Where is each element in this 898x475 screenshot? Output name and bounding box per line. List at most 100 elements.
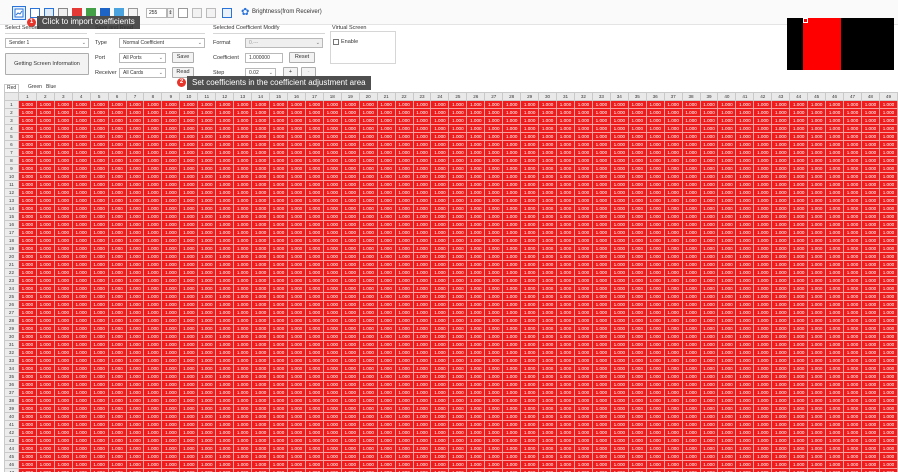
coefficient-cell[interactable]: 1.000 [484, 356, 504, 365]
coefficient-cell[interactable]: 1.000 [878, 172, 898, 181]
row-header[interactable]: 25 [4, 292, 19, 301]
coefficient-cell[interactable]: 1.000 [53, 204, 73, 213]
coefficient-cell[interactable]: 1.000 [502, 100, 522, 109]
coefficient-cell[interactable]: 1.000 [843, 108, 862, 117]
coefficient-cell[interactable]: 1.000 [825, 444, 845, 453]
coefficient-cell[interactable]: 1.000 [663, 204, 683, 213]
coefficient-cell[interactable]: 1.000 [843, 140, 862, 149]
coefficient-cell[interactable]: 1.000 [556, 260, 575, 269]
coefficient-cell[interactable]: 1.000 [179, 284, 199, 293]
coefficient-cell[interactable]: 1.000 [878, 380, 898, 389]
coefficient-cell[interactable]: 1.000 [789, 108, 809, 117]
coefficient-cell[interactable]: 1.000 [71, 324, 91, 333]
coefficient-cell[interactable]: 1.000 [825, 364, 845, 373]
column-header[interactable]: 8 [143, 92, 163, 101]
coefficient-cell[interactable]: 1.000 [681, 316, 701, 325]
coefficient-cell[interactable]: 1.000 [717, 124, 737, 133]
coefficient-grid[interactable]: 1 2 3 4 5 6 7 8 9 10 11 12 13 14 15 16 17 18 19 20 21 22 23 24 2… [4, 92, 898, 472]
coefficient-cell[interactable]: 1.000 [358, 340, 378, 349]
coefficient-cell[interactable]: 1.000 [735, 436, 755, 445]
coefficient-cell[interactable]: 1.000 [448, 252, 468, 261]
coefficient-cell[interactable]: 1.000 [430, 468, 450, 472]
coefficient-cell[interactable]: 1.000 [89, 300, 109, 309]
coefficient-cell[interactable]: 1.000 [71, 220, 91, 229]
coefficient-cell[interactable]: 1.000 [717, 324, 737, 333]
coefficient-cell[interactable]: 1.000 [699, 148, 719, 157]
coefficient-cell[interactable]: 1.000 [286, 140, 306, 149]
coefficient-cell[interactable]: 1.000 [663, 340, 683, 349]
coefficient-cell[interactable]: 1.000 [717, 412, 737, 421]
coefficient-cell[interactable]: 1.000 [843, 180, 862, 189]
coefficient-cell[interactable]: 1.000 [17, 436, 37, 445]
coefficient-cell[interactable]: 1.000 [538, 332, 558, 341]
coefficient-cell[interactable]: 1.000 [807, 332, 827, 341]
coefficient-cell[interactable]: 1.000 [215, 356, 235, 365]
coefficient-cell[interactable]: 1.000 [322, 172, 342, 181]
coefficient-cell[interactable]: 1.000 [520, 148, 540, 157]
coefficient-cell[interactable]: 1.000 [556, 308, 575, 317]
coefficient-cell[interactable]: 1.000 [825, 388, 845, 397]
coefficient-cell[interactable]: 1.000 [161, 108, 181, 117]
coefficient-cell[interactable]: 1.000 [430, 308, 450, 317]
coefficient-cell[interactable]: 1.000 [233, 412, 253, 421]
table-row[interactable]: 1 1.000 1.000 1.000 1.000 1.000 1.000 1.000 1.00… [4, 100, 898, 109]
coefficient-cell[interactable]: 1.000 [233, 236, 253, 245]
coefficient-cell[interactable]: 1.000 [376, 460, 396, 469]
coefficient-cell[interactable]: 1.000 [286, 116, 306, 125]
coefficient-cell[interactable]: 1.000 [376, 148, 396, 157]
row-header[interactable]: 4 [4, 124, 19, 133]
coefficient-cell[interactable]: 1.000 [645, 276, 665, 285]
coefficient-cell[interactable]: 1.000 [825, 348, 845, 357]
coefficient-cell[interactable]: 1.000 [663, 196, 683, 205]
coefficient-cell[interactable]: 1.000 [699, 276, 719, 285]
coefficient-cell[interactable]: 1.000 [358, 244, 378, 253]
coefficient-cell[interactable]: 1.000 [215, 420, 235, 429]
coefficient-cell[interactable]: 1.000 [502, 308, 522, 317]
coefficient-cell[interactable]: 1.000 [430, 364, 450, 373]
coefficient-cell[interactable]: 1.000 [448, 308, 468, 317]
coefficient-cell[interactable]: 1.000 [107, 220, 127, 229]
coefficient-cell[interactable]: 1.000 [17, 268, 37, 277]
coefficient-cell[interactable]: 1.000 [627, 388, 647, 397]
coefficient-cell[interactable]: 1.000 [430, 324, 450, 333]
coefficient-cell[interactable]: 1.000 [753, 132, 773, 141]
coefficient-cell[interactable]: 1.000 [807, 444, 827, 453]
coefficient-cell[interactable]: 1.000 [376, 292, 396, 301]
coefficient-cell[interactable]: 1.000 [753, 372, 773, 381]
coefficient-cell[interactable]: 1.000 [591, 220, 611, 229]
coefficient-cell[interactable]: 1.000 [520, 196, 540, 205]
coefficient-cell[interactable]: 1.000 [35, 364, 55, 373]
coefficient-cell[interactable]: 1.000 [699, 268, 719, 277]
coefficient-cell[interactable]: 1.000 [143, 396, 163, 405]
coefficient-cell[interactable]: 1.000 [233, 316, 253, 325]
coefficient-cell[interactable]: 1.000 [143, 148, 163, 157]
coefficient-cell[interactable]: 1.000 [681, 340, 701, 349]
coefficient-cell[interactable]: 1.000 [699, 180, 719, 189]
coefficient-cell[interactable]: 1.000 [484, 260, 504, 269]
coefficient-cell[interactable]: 1.000 [430, 188, 450, 197]
coefficient-cell[interactable]: 1.000 [573, 404, 593, 413]
coefficient-cell[interactable]: 1.000 [860, 100, 880, 109]
coefficient-cell[interactable]: 1.000 [53, 412, 73, 421]
coefficient-cell[interactable]: 1.000 [125, 156, 145, 165]
coefficient-cell[interactable]: 1.000 [304, 148, 324, 157]
coefficient-cell[interactable]: 1.000 [627, 228, 647, 237]
coefficient-cell[interactable]: 1.000 [215, 340, 235, 349]
coefficient-cell[interactable]: 1.000 [340, 404, 360, 413]
coefficient-cell[interactable]: 1.000 [107, 228, 127, 237]
coefficient-cell[interactable]: 1.000 [197, 300, 217, 309]
coefficient-cell[interactable]: 1.000 [358, 356, 378, 365]
coefficient-cell[interactable]: 1.000 [520, 268, 540, 277]
coefficient-cell[interactable]: 1.000 [520, 300, 540, 309]
coefficient-cell[interactable]: 1.000 [71, 444, 91, 453]
coefficient-cell[interactable]: 1.000 [358, 132, 378, 141]
coefficient-cell[interactable]: 1.000 [771, 140, 791, 149]
coefficient-cell[interactable]: 1.000 [860, 228, 880, 237]
coefficient-cell[interactable]: 1.000 [197, 388, 217, 397]
coefficient-cell[interactable]: 1.000 [753, 148, 773, 157]
coefficient-cell[interactable]: 1.000 [448, 332, 468, 341]
coefficient-cell[interactable]: 1.000 [484, 148, 504, 157]
coefficient-cell[interactable]: 1.000 [789, 284, 809, 293]
coefficient-cell[interactable]: 1.000 [358, 428, 378, 437]
table-row[interactable]: 14 1.000 1.000 1.000 1.000 1.000 1.000 1.000 1.0… [4, 204, 898, 213]
